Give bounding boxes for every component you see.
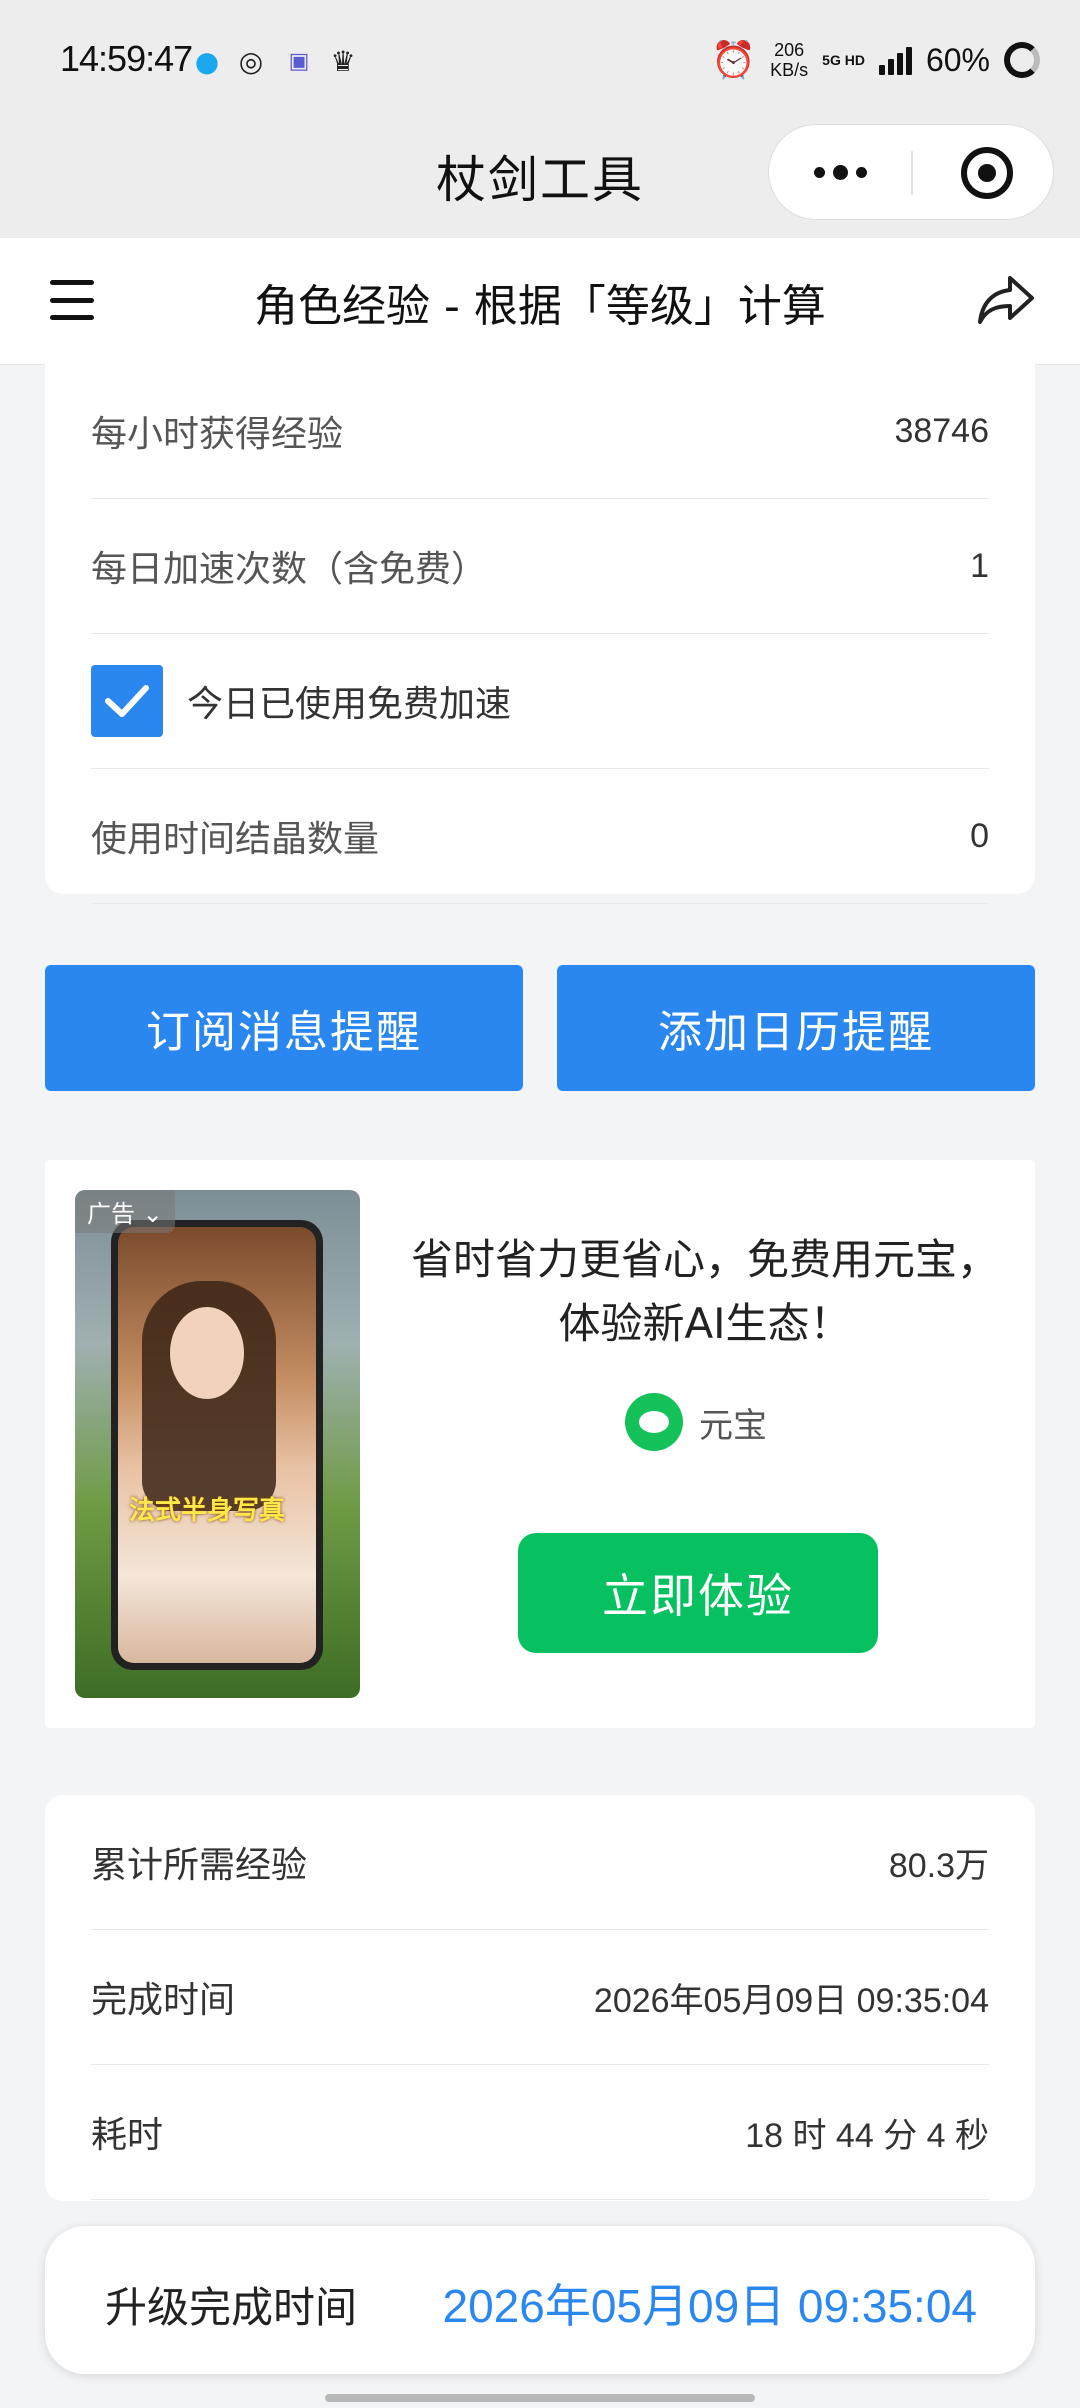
- ad-headline: 省时省力更省心，免费用元宝，体验新AI生态！: [410, 1235, 999, 1348]
- ad-tag[interactable]: 广告 ⌄: [75, 1190, 175, 1233]
- free-boost-checkbox[interactable]: [91, 665, 163, 737]
- result-row-finish-time: 完成时间 2026年05月09日 09:35:04: [91, 1930, 989, 2065]
- yuanbao-logo-icon: [625, 1393, 683, 1451]
- clock: 14:59:47: [60, 38, 193, 79]
- home-indicator[interactable]: [325, 2394, 755, 2402]
- param-row-daily-boosts: 每日加速次数（含免费） 1: [91, 499, 989, 634]
- upgrade-finish-label: 升级完成时间: [105, 2283, 358, 2332]
- ad-brand: 元宝: [625, 1393, 767, 1451]
- qq-icon: ●: [194, 44, 220, 78]
- ad-image-caption: 法式半身写真: [129, 1496, 286, 1526]
- param-row-time-crystals: 使用时间结晶数量 0: [91, 769, 989, 904]
- battery-icon: [1004, 42, 1040, 78]
- more-icon[interactable]: [769, 125, 911, 219]
- network-speed: 206 KB/s: [770, 40, 809, 80]
- ad-image[interactable]: 法式半身写真 广告 ⌄: [75, 1190, 360, 1698]
- tieba-icon: ▣: [288, 48, 310, 74]
- mini-program-nav: 杖剑工具: [0, 120, 1080, 238]
- share-icon[interactable]: [976, 272, 1036, 328]
- page-title: 角色经验 - 根据「等级」计算: [254, 281, 826, 332]
- upgrade-finish-value: 2026年05月09日 09:35:04: [442, 2280, 977, 2332]
- check-icon: [105, 685, 149, 717]
- upgrade-finish-bar: 升级完成时间 2026年05月09日 09:35:04: [45, 2226, 1035, 2374]
- link-app-icon: ◎: [238, 44, 264, 78]
- crown-icon: ♛: [330, 44, 356, 78]
- result-row-duration: 耗时 18 时 44 分 4 秒: [91, 2065, 989, 2200]
- result-row-total-exp: 累计所需经验 80.3万: [91, 1795, 989, 1930]
- network-type: 5G HD: [822, 52, 865, 68]
- ad-phone-mockup: [111, 1220, 323, 1670]
- signal-icon: [878, 45, 912, 75]
- ad-cta-button[interactable]: 立即体验: [518, 1533, 878, 1653]
- status-right: ⏰ 206 KB/s 5G HD 60%: [711, 30, 1040, 90]
- battery-percent: 60%: [925, 41, 990, 78]
- add-calendar-reminder-button[interactable]: 添加日历提醒: [557, 965, 1035, 1091]
- ad-card[interactable]: 法式半身写真 广告 ⌄ 省时省力更省心，免费用元宝，体验新AI生态！ 元宝 立即…: [45, 1160, 1035, 1728]
- subscribe-reminder-button[interactable]: 订阅消息提醒: [45, 965, 523, 1091]
- close-target-icon[interactable]: [961, 147, 1013, 199]
- capsule-menu: [768, 124, 1054, 220]
- param-row-exp-per-hour: 每小时获得经验 38746: [91, 364, 989, 499]
- params-card: 每小时获得经验 38746 每日加速次数（含免费） 1 今日已使用免费加速 使用…: [45, 364, 1035, 904]
- param-row-free-boost-used: 今日已使用免费加速: [91, 634, 989, 769]
- status-bar: 14:59:47 ● ◎ ▣ ♛ ⏰ 206 KB/s 5G HD 60%: [0, 0, 1080, 120]
- results-card: 累计所需经验 80.3万 完成时间 2026年05月09日 09:35:04 耗…: [45, 1795, 1035, 2201]
- capsule-divider: [911, 151, 913, 195]
- page-header: 角色经验 - 根据「等级」计算: [0, 238, 1080, 365]
- alarm-icon: ⏰: [711, 39, 757, 80]
